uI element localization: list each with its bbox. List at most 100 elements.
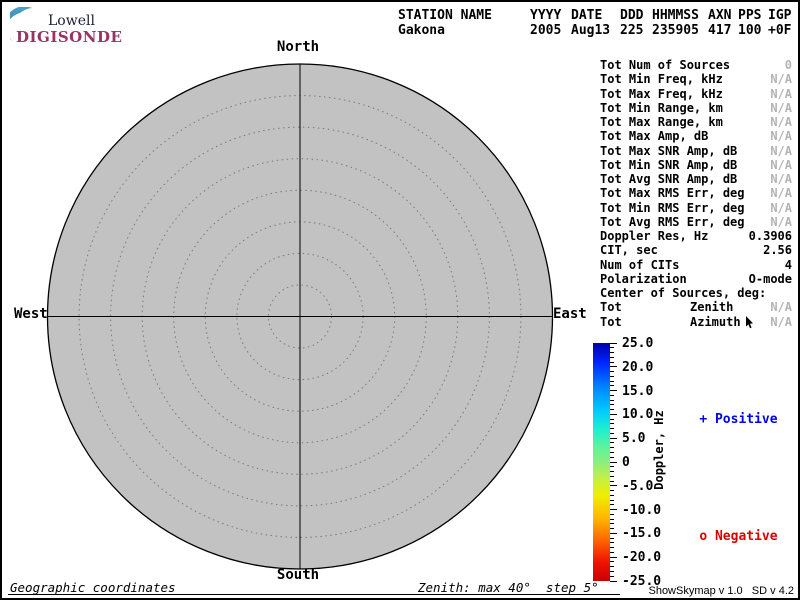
header-col-value: 100 [738,23,768,38]
skymap-polar-plot [40,57,560,577]
header-col-axn: AXN417 [708,8,738,38]
stats-row: CIT, sec2.56 [598,243,794,257]
stats-row: Center of Sources, deg: [598,286,794,300]
stats-row: TotZenithN/A [598,300,794,314]
stats-row: Tot Avg RMS Err, degN/A [598,215,794,229]
stats-label: Tot Max SNR Amp, dB [600,144,737,158]
colorbar-tick-label: 15.0 [622,384,653,399]
stats-label: Tot [600,315,622,329]
colorbar-minor-tick [610,457,614,458]
header-col-igp: IGP+0F [768,8,792,38]
colorbar-minor-tick [610,428,614,429]
colorbar-minor-tick [610,447,614,448]
header-col-value: 2005 [530,23,571,38]
colorbar-major-tick [610,343,617,344]
positive-marker-icon: + [699,412,707,427]
stats-row: Tot Max SNR Amp, dB N/A [598,144,794,158]
stats-label: Center of Sources, deg: [600,286,766,300]
colorbar-tick-label: 0 [622,455,630,470]
stats-row: Tot Min Range, km N/A [598,101,794,115]
stats-value: N/A [770,101,792,115]
header-col-station-name: STATION NAMEGakona [398,8,530,38]
stats-value: N/A [770,215,792,229]
colorbar-minor-tick [610,481,614,482]
header-col-label: PPS [738,8,768,23]
stats-label: Tot Min Freq, kHz [600,72,723,86]
colorbar-minor-tick [610,514,614,515]
colorbar-minor-tick [610,547,614,548]
colorbar-minor-tick [610,419,614,420]
colorbar-tick-label: -20.0 [622,550,661,565]
stats-row: Tot Max Freq, kHz N/A [598,87,794,101]
direction-label-east: East [553,306,587,322]
legend-positive: + Positive [668,397,778,442]
header-col-label: DATE [571,8,620,23]
header-col-label: DDD [620,8,652,23]
colorbar-minor-tick [610,490,614,491]
stats-label: Tot Max RMS Err, deg [600,186,745,200]
logo-text-digisonde: DIGISONDE [16,28,122,46]
stats-label: Doppler Res, Hz [600,229,708,243]
header-col-label: HHMMSS [652,8,708,23]
stats-label: Tot Max Freq, kHz [600,87,723,101]
stats-label: Tot [600,300,622,314]
stats-row: Tot Max Amp, dBN/A [598,129,794,143]
colorbar-major-tick [610,485,617,486]
stats-label: Tot Min Range, km [600,101,723,115]
colorbar-minor-tick [610,433,614,434]
colorbar-minor-tick [610,452,614,453]
legend-negative-label: Negative [715,529,778,544]
negative-marker-icon: o [699,529,707,544]
stats-value: N/A [770,315,792,329]
colorbar-minor-tick [610,357,614,358]
colorbar-tick-label: 5.0 [622,431,645,446]
stats-value: N/A [770,72,792,86]
header-col-value: 235905 [652,23,708,38]
colorbar-minor-tick [610,404,614,405]
colorbar-major-tick [610,533,617,534]
colorbar-major-tick [610,462,617,463]
header-col-hhmmss: HHMMSS235905 [652,8,708,38]
stats-label: Tot Min SNR Amp, dB [600,158,737,172]
colorbar-major-tick [610,438,617,439]
colorbar-tick-label: -10.0 [622,503,661,518]
colorbar-minor-tick [610,423,614,424]
stats-value: N/A [770,87,792,101]
header-col-label: STATION NAME [398,8,530,23]
stats-value: 4 [785,258,792,272]
colorbar-minor-tick [610,442,614,443]
colorbar-minor-tick [610,385,614,386]
header-col-label: YYYY [530,8,571,23]
stats-row: Tot Avg SNR Amp, dBN/A [598,172,794,186]
colorbar-minor-tick [610,538,614,539]
colorbar-minor-tick [610,561,614,562]
colorbar-major-tick [610,509,617,510]
colorbar-minor-tick [610,500,614,501]
mouse-cursor-icon [745,316,754,332]
logo-text-lowell: Lowell [48,13,95,29]
colorbar-minor-tick [610,362,614,363]
colorbar-minor-tick [610,504,614,505]
stats-value: N/A [770,158,792,172]
colorbar-minor-tick [610,352,614,353]
stats-label: Tot Num of Sources [600,58,730,72]
stats-value: O-mode [749,272,792,286]
direction-label-west: West [14,306,48,322]
stats-value: 0.3906 [749,229,792,243]
header-col-pps: PPS100 [738,8,768,38]
colorbar-minor-tick [610,400,614,401]
stats-value: N/A [770,144,792,158]
colorbar-minor-tick [610,523,614,524]
direction-label-south: South [277,567,319,583]
stats-row: Tot Max RMS Err, degN/A [598,186,794,200]
header-col-date: DATEAug13 [571,8,620,38]
header-col-label: IGP [768,8,792,23]
stats-row: Tot Min SNR Amp, dB N/A [598,158,794,172]
stats-row: Doppler Res, Hz 0.3906 [598,229,794,243]
colorbar-minor-tick [610,552,614,553]
stats-value: N/A [770,115,792,129]
colorbar-tick-label: 10.0 [622,407,653,422]
stats-row: Tot Num of Sources0 [598,58,794,72]
colorbar-minor-tick [610,566,614,567]
stats-sublabel: Azimuth [690,315,741,329]
